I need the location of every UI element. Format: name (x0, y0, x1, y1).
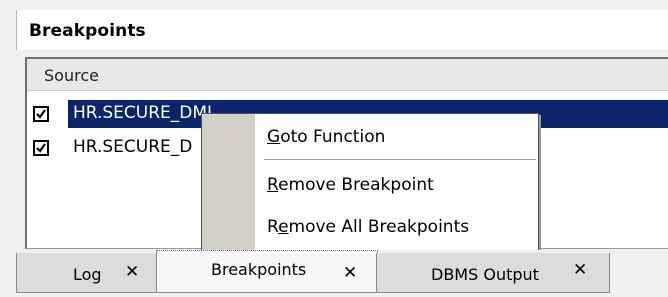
breakpoint-name: HR.SECURE_D (73, 137, 193, 157)
menu-item-mnemonic: R (267, 175, 279, 195)
menu-item-text: R (267, 217, 279, 237)
checkmark-icon (36, 109, 46, 119)
tab-breakpoints[interactable]: Breakpoints ✕ (156, 250, 378, 293)
column-header-source[interactable]: Source (27, 59, 668, 91)
tab-close-icon[interactable]: ✕ (343, 263, 357, 283)
bottom-tab-strip: Log ✕ Breakpoints ✕ DBMS Output ✕ (0, 250, 668, 297)
context-menu-gutter (202, 114, 255, 254)
breakpoint-checkbox[interactable] (33, 106, 49, 122)
panel-header: Breakpoints (16, 10, 668, 50)
menu-item-mnemonic: G (267, 127, 281, 147)
checkmark-icon (36, 143, 46, 153)
tab-label: Log (73, 265, 102, 284)
menu-item-text: emove Breakpoint (278, 175, 434, 195)
tab-close-icon[interactable]: ✕ (573, 260, 587, 280)
tab-close-icon[interactable]: ✕ (125, 262, 139, 282)
menu-item-goto-function[interactable]: Goto Function (255, 119, 538, 155)
panel-title: Breakpoints (29, 21, 146, 41)
menu-item-remove-breakpoint[interactable]: Remove Breakpoint (255, 167, 538, 203)
menu-item-text: oto Function (280, 127, 386, 147)
tab-dbms-output[interactable]: DBMS Output ✕ (376, 253, 610, 293)
context-menu: Goto Function Remove Breakpoint Remove A… (201, 113, 539, 255)
breakpoints-window: Breakpoints Source HR.SECURE_DML HR.SECU… (0, 0, 668, 297)
tab-label: Breakpoints (211, 260, 307, 279)
tab-label: DBMS Output (431, 265, 539, 284)
breakpoint-checkbox[interactable] (33, 140, 49, 156)
column-header-label: Source (44, 66, 99, 85)
menu-item-remove-all-breakpoints[interactable]: Remove All Breakpoints (255, 209, 538, 245)
tab-log[interactable]: Log ✕ (16, 253, 158, 293)
menu-item-text: move All Breakpoints (288, 217, 470, 237)
menu-item-mnemonic: e (278, 217, 289, 237)
breakpoint-name: HR.SECURE_DML (73, 103, 217, 123)
menu-separator (264, 159, 536, 161)
